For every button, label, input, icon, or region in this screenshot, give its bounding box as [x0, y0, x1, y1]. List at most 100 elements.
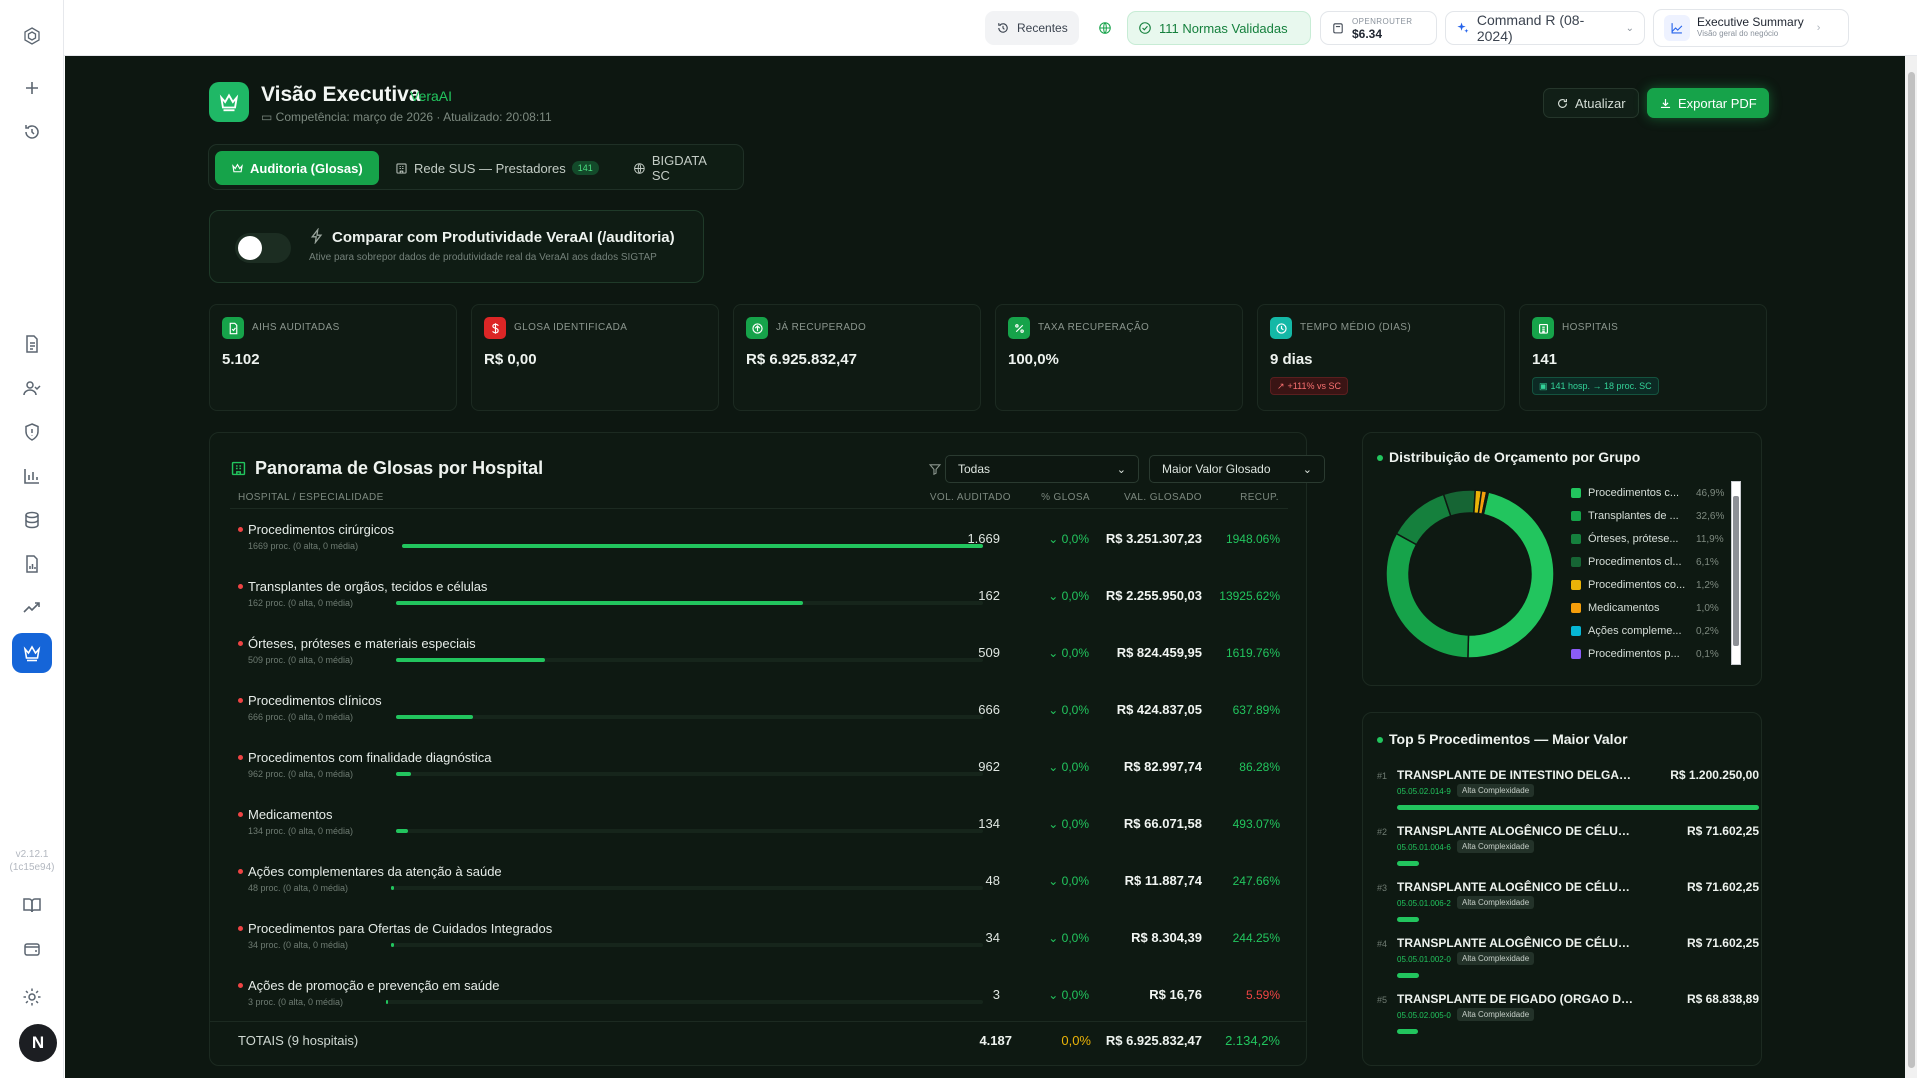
- row-glosa-pct: ⌄ 0,0%: [1048, 874, 1089, 888]
- table-row[interactable]: Procedimentos clínicos 666 proc. (0 alta,…: [210, 682, 1307, 727]
- col-header-hospital[interactable]: HOSPITAL / ESPECIALIDADE: [238, 492, 384, 503]
- donut-slice[interactable]: [1395, 493, 1452, 546]
- document-icon[interactable]: [14, 326, 50, 362]
- legend-pct: 11,9%: [1696, 533, 1724, 545]
- row-recup: 5.59%: [1245, 988, 1280, 1002]
- globe-button[interactable]: [1088, 11, 1122, 45]
- legend-item[interactable]: Procedimentos cl... 6,1%: [1571, 554, 1719, 570]
- tab-bigdata[interactable]: BIGDATA SC: [617, 151, 743, 185]
- download-icon: [1660, 98, 1671, 108]
- recents-button[interactable]: Recentes: [985, 11, 1079, 45]
- status-dot: [238, 641, 243, 646]
- legend-item[interactable]: Transplantes de ... 32,6%: [1571, 508, 1724, 524]
- logo-icon[interactable]: [14, 18, 50, 54]
- legend-label: Procedimentos co...: [1588, 579, 1686, 591]
- table-row[interactable]: Procedimentos para Ofertas de Cuidados I…: [210, 910, 1307, 955]
- donut-slice[interactable]: [1467, 491, 1555, 659]
- shield-icon[interactable]: [14, 414, 50, 450]
- tab-rede-sus[interactable]: Rede SUS — Prestadores 141: [379, 151, 615, 185]
- row-subtitle: 134 proc. (0 alta, 0 média): [248, 826, 354, 836]
- book-icon[interactable]: [14, 887, 50, 923]
- tab-bar: Auditoria (Glosas) Rede SUS — Prestadore…: [208, 144, 744, 190]
- legend-swatch: [1571, 649, 1581, 659]
- top-bar: Recentes 111 Normas Validadas OPENROUTER…: [64, 0, 1917, 56]
- crown-icon[interactable]: [12, 633, 52, 673]
- plus-icon[interactable]: [14, 70, 50, 106]
- sort-select[interactable]: Maior Valor Glosado ⌄: [1149, 455, 1325, 483]
- table-row[interactable]: Ações complementares da atenção à saúde 4…: [210, 853, 1307, 898]
- chevron-down-icon: ⌄: [1048, 931, 1062, 945]
- user-check-icon[interactable]: [14, 370, 50, 406]
- trending-up-icon[interactable]: [14, 590, 50, 626]
- row-recup: 637.89%: [1232, 703, 1280, 717]
- row-glosa-pct: ⌄ 0,0%: [1048, 589, 1089, 603]
- rank: #3: [1377, 883, 1388, 893]
- row-volume: 509: [978, 645, 1000, 660]
- row-glosa-pct: ⌄ 0,0%: [1048, 817, 1089, 831]
- refresh-button[interactable]: Atualizar: [1543, 88, 1639, 118]
- sort-value: Maior Valor Glosado: [1162, 462, 1271, 476]
- legend-item[interactable]: Órteses, prótese... 11,9%: [1571, 531, 1724, 547]
- export-pdf-button[interactable]: Exportar PDF: [1647, 88, 1769, 118]
- tab-auditoria[interactable]: Auditoria (Glosas): [215, 151, 379, 185]
- value-bar: [1397, 973, 1419, 978]
- legend-swatch: [1571, 534, 1581, 544]
- col-header-recup[interactable]: RECUP.: [1240, 492, 1279, 503]
- row-name: Ações de promoção e prevenção em saúde: [248, 978, 500, 993]
- row-progress-track: [396, 658, 983, 662]
- value-bar: [1397, 1029, 1418, 1034]
- donut-slice[interactable]: [1385, 532, 1470, 659]
- legend-pct: 0,2%: [1696, 625, 1719, 637]
- gear-icon[interactable]: [14, 979, 50, 1015]
- compare-toggle[interactable]: [235, 233, 291, 263]
- page-scrollbar[interactable]: [1905, 56, 1917, 1078]
- top5-item[interactable]: #1 TRANSPLANTE DE INTESTINO DELGADO... R$ …: [1377, 768, 1759, 827]
- credit-indicator[interactable]: OPENROUTER $6.34: [1320, 11, 1437, 45]
- table-row[interactable]: Medicamentos 134 proc. (0 alta, 0 média) 1…: [210, 796, 1307, 841]
- bar-chart-icon[interactable]: [14, 458, 50, 494]
- top5-item[interactable]: #2 TRANSPLANTE ALOGÊNICO DE CÉLULAS-TR...…: [1377, 824, 1759, 883]
- legend-pct: 46,9%: [1696, 487, 1725, 499]
- legend-item[interactable]: Procedimentos co... 1,2%: [1571, 577, 1719, 593]
- col-header-volume[interactable]: VOL. AUDITADO: [930, 492, 1011, 503]
- chevron-right-icon: ›: [1816, 22, 1821, 34]
- value-bar: [1397, 861, 1419, 866]
- normas-badge[interactable]: 111 Normas Validadas: [1127, 11, 1311, 45]
- top5-title: Top 5 Procedimentos — Maior Valor: [1389, 731, 1628, 747]
- top5-item[interactable]: #4 TRANSPLANTE ALOGÊNICO DE CÉLULAS-TR...…: [1377, 936, 1759, 995]
- legend-label: Procedimentos cl...: [1588, 556, 1682, 568]
- kpi-label: GLOSA IDENTIFICADA: [514, 322, 628, 333]
- filter-select[interactable]: Todas ⌄: [945, 455, 1139, 483]
- top5-item[interactable]: #5 TRANSPLANTE DE FIGADO (ORGAO DE DO... R…: [1377, 992, 1759, 1051]
- report-icon[interactable]: [14, 546, 50, 582]
- table-row[interactable]: Órteses, próteses e materiais especiais 5…: [210, 625, 1307, 670]
- top5-item[interactable]: #3 TRANSPLANTE ALOGÊNICO DE CÉLULAS-TR...…: [1377, 880, 1759, 939]
- table-row[interactable]: Procedimentos com finalidade diagnóstica…: [210, 739, 1307, 784]
- workspace-avatar[interactable]: N: [19, 1024, 57, 1062]
- legend-item[interactable]: Medicamentos 1,0%: [1571, 600, 1719, 616]
- legend-item[interactable]: Procedimentos p... 0,1%: [1571, 646, 1719, 662]
- table-row[interactable]: Ações de promoção e prevenção em saúde 3 …: [210, 967, 1307, 1012]
- col-header-glosa[interactable]: % GLOSA: [1041, 492, 1090, 503]
- kpi-card-aihs: AIHS AUDITADAS 5.102: [209, 304, 457, 411]
- row-glosa-pct: ⌄ 0,0%: [1048, 931, 1089, 945]
- rank: #4: [1377, 939, 1388, 949]
- legend-item[interactable]: Ações compleme... 0,2%: [1571, 623, 1719, 639]
- kpi-label: TEMPO MÉDIO (DIAS): [1300, 322, 1412, 333]
- legend-item[interactable]: Procedimentos c... 46,9%: [1571, 485, 1724, 501]
- legend-scrollbar[interactable]: [1731, 481, 1741, 665]
- kpi-card-taxa: TAXA RECUPERAÇÃO 100,0%: [995, 304, 1243, 411]
- legend-swatch: [1571, 488, 1581, 498]
- model-selector[interactable]: Command R (08-2024) ⌄: [1445, 11, 1645, 45]
- row-progress-track: [396, 715, 983, 719]
- wallet-icon[interactable]: [14, 931, 50, 967]
- database-icon[interactable]: [14, 502, 50, 538]
- complexity-badge: Alta Complexidade: [1457, 840, 1535, 853]
- row-volume: 666: [978, 702, 1000, 717]
- table-row[interactable]: Transplantes de orgãos, tecidos e célula…: [210, 568, 1307, 613]
- col-header-valor[interactable]: VAL. GLOSADO: [1124, 492, 1202, 503]
- history-icon[interactable]: [14, 114, 50, 150]
- view-selector[interactable]: Executive Summary Visão geral do negócio …: [1653, 9, 1849, 47]
- kpi-hosp-badge: ▣ 141 hosp. → 18 proc. SC: [1532, 377, 1659, 395]
- table-row[interactable]: Procedimentos cirúrgicos 1669 proc. (0 al…: [210, 511, 1307, 556]
